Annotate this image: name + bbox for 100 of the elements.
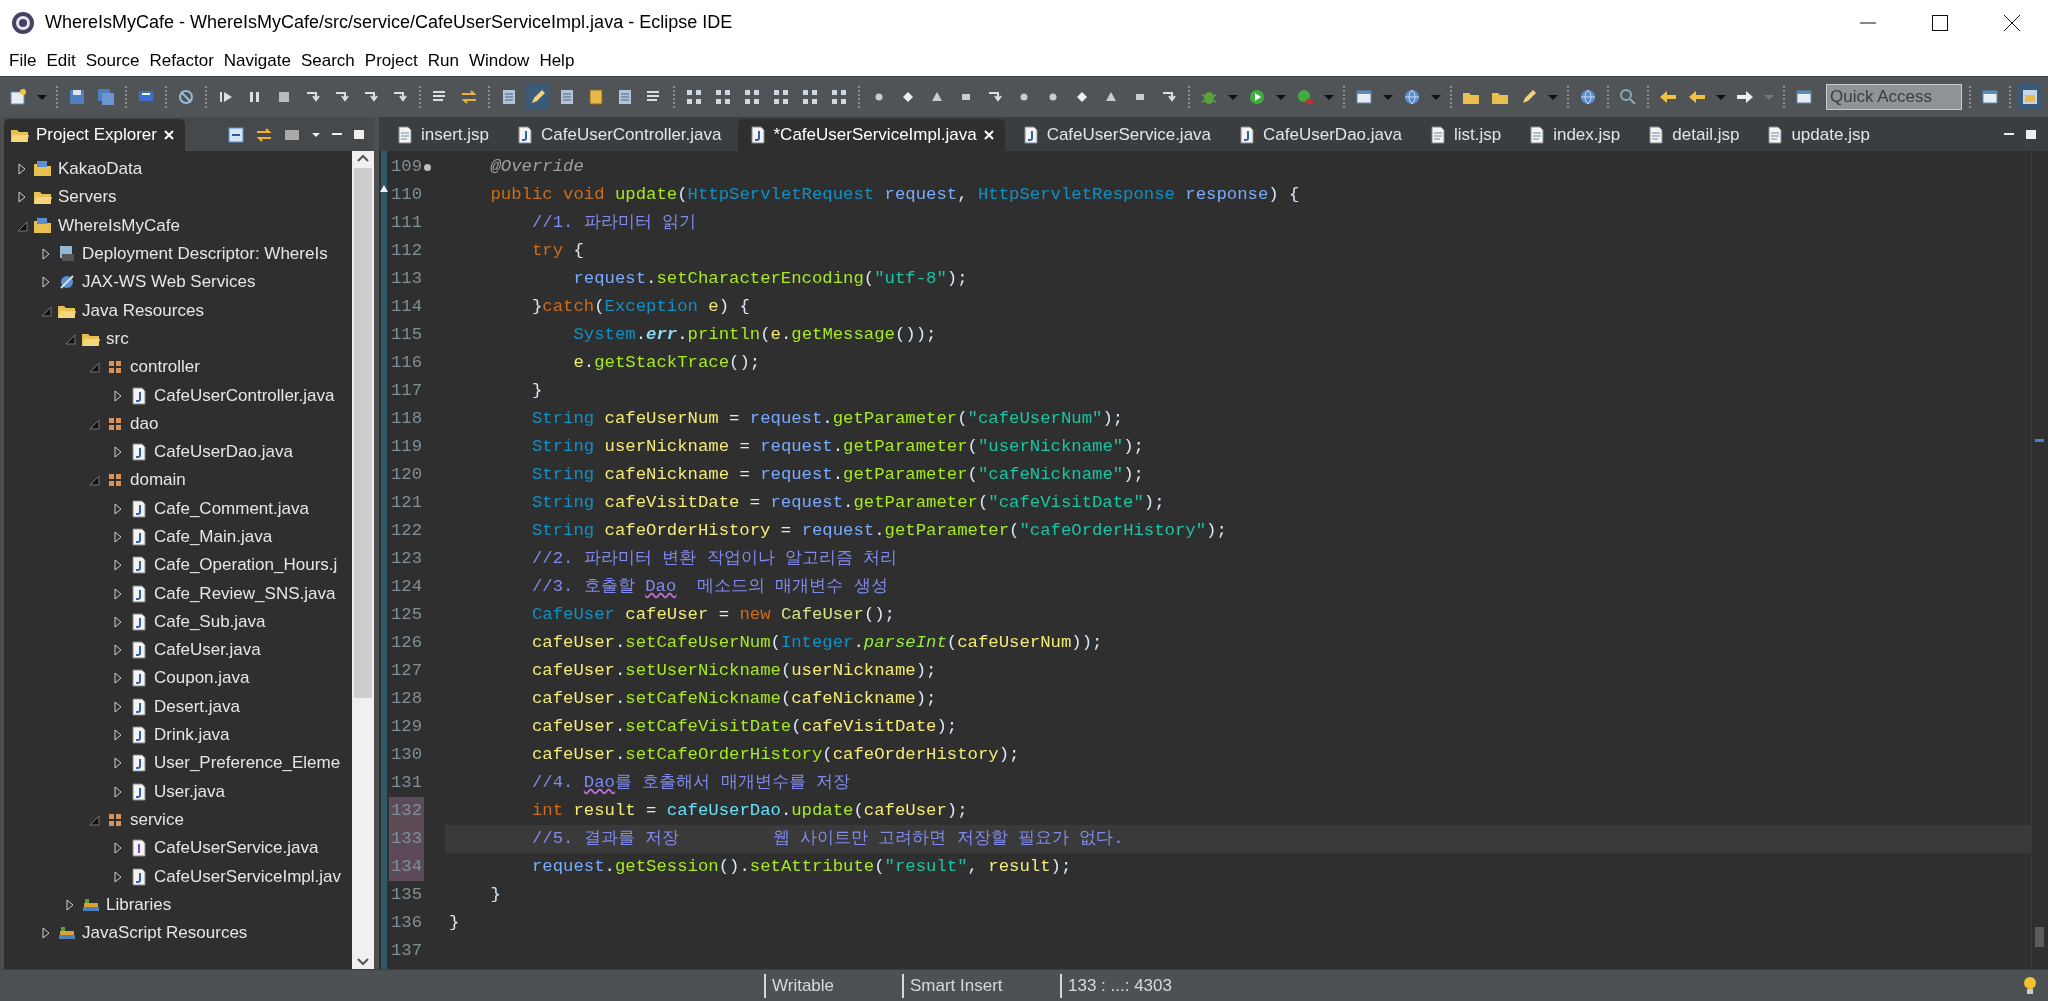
editor-tab[interactable]: index.jsp	[1517, 119, 1631, 151]
tree-item[interactable]: User.java	[154, 781, 225, 802]
collapsed-arrow-icon[interactable]	[112, 389, 124, 402]
fold-icon[interactable]	[424, 163, 432, 171]
editor-tab[interactable]: detail.jsp	[1636, 119, 1750, 151]
menu-item[interactable]: File	[4, 46, 42, 75]
maximize-icon	[1932, 14, 1948, 31]
line-number: 137	[390, 940, 424, 962]
tree-item[interactable]: service	[130, 809, 184, 830]
expanded-arrow-icon[interactable]	[16, 219, 28, 232]
collapsed-arrow-icon[interactable]	[112, 531, 124, 543]
collapsed-arrow-icon[interactable]	[40, 276, 52, 289]
java-file-icon	[129, 753, 149, 774]
tree-item[interactable]: KakaoData	[58, 159, 143, 180]
collapsed-arrow-icon[interactable]	[112, 757, 124, 770]
menu-item[interactable]: Source	[80, 46, 145, 75]
editor-tab[interactable]: update.jsp	[1755, 119, 1880, 151]
editor-tab[interactable]: insert.jsp	[385, 119, 500, 151]
collapsed-arrow-icon[interactable]	[16, 163, 28, 176]
tree-item[interactable]: JavaScript Resources	[82, 923, 248, 944]
quick-access-field[interactable]: Quick Access	[1826, 84, 1962, 110]
code-line: cafeUser.setUserNickname(userNickname);	[530, 660, 938, 682]
code-line: String cafeNickname = request.getParameter("cafeNickname");	[530, 464, 1145, 486]
menu-item[interactable]: Project	[359, 46, 423, 75]
collapsed-arrow-icon[interactable]	[112, 842, 124, 855]
line-number: 122	[390, 520, 424, 542]
line-number: 117	[390, 380, 424, 402]
collapsed-arrow-icon[interactable]	[112, 644, 124, 657]
tree-item[interactable]: Cafe_Comment.java	[154, 498, 309, 519]
tree-item[interactable]: CafeUserServiceImpl.jav	[154, 866, 342, 887]
perspective-button[interactable]	[2018, 84, 2042, 110]
close-icon[interactable]	[162, 129, 175, 141]
collapsed-arrow-icon[interactable]	[112, 446, 124, 459]
expanded-arrow-icon[interactable]	[88, 813, 100, 826]
collapsed-arrow-icon[interactable]	[64, 898, 76, 911]
tree-item[interactable]: controller	[130, 357, 200, 378]
tree-item[interactable]: User_Preference_Eleme	[154, 753, 341, 774]
code-line: String cafeOrderHistory = request.getParameter("cafeOrderHistory");	[530, 520, 1228, 542]
collapse-all-icon[interactable]	[226, 125, 246, 145]
tree-item[interactable]: CafeUserService.java	[154, 838, 319, 859]
grid-icon	[684, 87, 704, 107]
tree-item[interactable]: dao	[130, 413, 159, 434]
line-number: 131	[390, 772, 424, 794]
collapsed-arrow-icon[interactable]	[112, 502, 124, 515]
collapsed-arrow-icon[interactable]	[112, 785, 124, 798]
tab-label: CafeUserController.java	[541, 125, 722, 145]
tree-item[interactable]: Cafe_Main.java	[154, 527, 273, 547]
collapsed-arrow-icon[interactable]	[16, 191, 28, 204]
expanded-arrow-icon[interactable]	[88, 361, 100, 374]
expanded-arrow-icon[interactable]	[88, 417, 100, 430]
pencil-button[interactable]	[526, 84, 550, 110]
editor-tab[interactable]: *CafeUserServiceImpl.java	[737, 119, 1005, 151]
editor-tab[interactable]: CafeUserDao.java	[1227, 119, 1412, 151]
tree-item[interactable]: Desert.java	[154, 696, 240, 717]
collapsed-arrow-icon[interactable]	[112, 615, 124, 628]
collapsed-arrow-icon[interactable]	[40, 927, 52, 940]
collapsed-arrow-icon[interactable]	[40, 248, 52, 261]
menu-item[interactable]: Help	[534, 46, 580, 75]
expanded-arrow-icon[interactable]	[64, 332, 76, 345]
tree-item[interactable]: src	[106, 328, 129, 349]
menu-item[interactable]: Edit	[41, 46, 81, 75]
tree-item[interactable]: Java Resources	[82, 300, 204, 321]
line-number: 126	[390, 632, 424, 654]
tree-item[interactable]: Cafe_Review_SNS.java	[154, 583, 336, 604]
project-explorer-tab[interactable]: Project Explorer	[4, 119, 185, 151]
collapsed-arrow-icon[interactable]	[112, 559, 124, 572]
editor-tab[interactable]: list.jsp	[1417, 119, 1512, 151]
tree-item[interactable]: CafeUserDao.java	[154, 442, 293, 463]
tree-item[interactable]: WhereIsMyCafe	[58, 215, 180, 236]
expanded-arrow-icon[interactable]	[88, 474, 100, 487]
tree-item[interactable]: Libraries	[106, 894, 172, 915]
collapsed-arrow-icon[interactable]	[112, 729, 124, 742]
menu-item[interactable]: Refactor	[144, 46, 219, 75]
line-number: 134	[389, 853, 425, 881]
code-line: //1. 파라미터 읽기	[530, 212, 698, 234]
tree-item[interactable]: domain	[130, 470, 186, 491]
tree-item[interactable]: CafeUserController.java	[154, 385, 335, 406]
collapsed-arrow-icon[interactable]	[112, 700, 124, 713]
collapsed-arrow-icon[interactable]	[112, 587, 124, 600]
menu-item[interactable]: Search	[295, 46, 360, 75]
close-icon[interactable]	[982, 129, 995, 141]
tree-item[interactable]: Cafe_Operation_Hours.j	[154, 555, 338, 576]
code-line: cafeUser.setCafeNickname(cafeNickname);	[530, 688, 938, 710]
menu-item[interactable]: Run	[422, 46, 464, 75]
java-file-icon	[129, 781, 149, 802]
tree-item[interactable]: Servers	[58, 187, 117, 208]
editor-tab[interactable]: CafeUserController.java	[505, 119, 732, 151]
menu-item[interactable]: Window	[463, 46, 535, 75]
tree-item[interactable]: Cafe_Sub.java	[154, 611, 266, 632]
tree-item[interactable]: Drink.java	[154, 725, 230, 746]
tree-item[interactable]: CafeUser.java	[154, 640, 261, 661]
tree-item[interactable]: JAX-WS Web Services	[82, 272, 256, 293]
tree-item[interactable]: Deployment Descriptor: WhereIs	[82, 244, 328, 265]
collapsed-arrow-icon[interactable]	[112, 870, 124, 883]
editor-tab[interactable]: CafeUserService.java	[1010, 119, 1222, 151]
menu-item[interactable]: Navigate	[218, 46, 296, 75]
collapsed-arrow-icon[interactable]	[112, 672, 124, 685]
expanded-arrow-icon[interactable]	[40, 304, 52, 317]
tree-item[interactable]: Coupon.java	[154, 668, 250, 689]
scrollbar[interactable]	[352, 151, 374, 969]
